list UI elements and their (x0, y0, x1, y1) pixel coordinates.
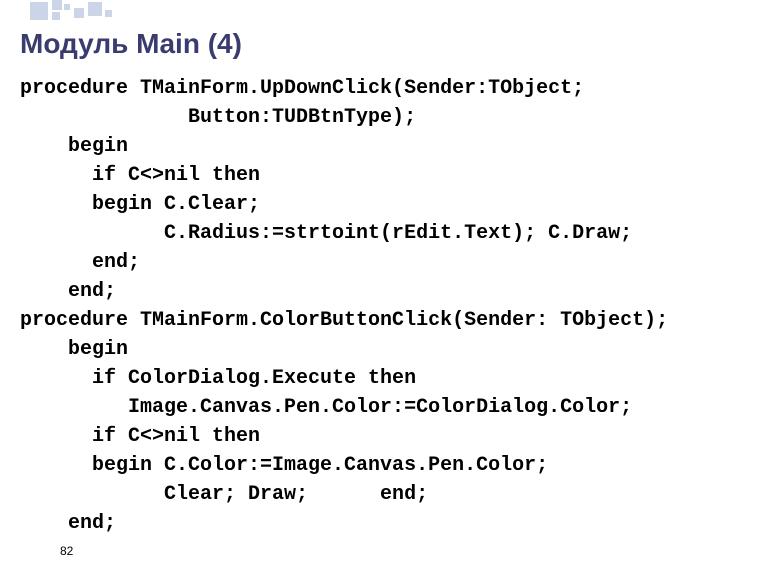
code-block: procedure TMainForm.UpDownClick(Sender:T… (20, 74, 748, 538)
page-number: 82 (60, 544, 73, 558)
slide-title: Модуль Main (4) (20, 28, 748, 60)
slide-decoration (30, 0, 120, 20)
